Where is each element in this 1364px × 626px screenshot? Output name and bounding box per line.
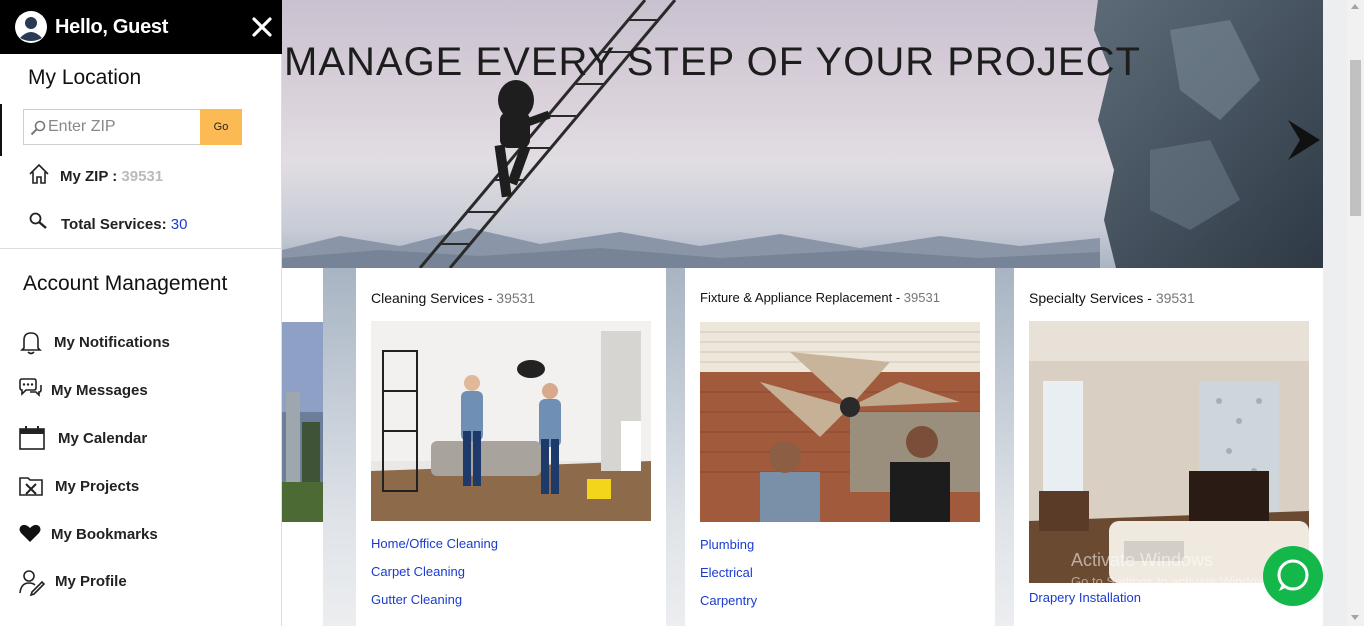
scroll-thumb[interactable] [1350,60,1361,216]
card-image [1029,321,1309,583]
total-services-row: Total Services: 30 [61,216,188,233]
scroll-up-arrow-icon[interactable] [1351,4,1359,9]
sidebar-item-label: My Calendar [58,430,148,447]
home-icon [29,163,49,184]
sidebar-item-calendar[interactable]: My Calendar [18,425,268,455]
sidebar-item-projects[interactable]: My Projects [18,473,268,503]
card-image [282,322,323,522]
search-icon [29,212,47,229]
scroll-down-arrow-icon[interactable] [1351,615,1359,620]
profile-edit-icon [19,570,46,596]
my-zip-row: My ZIP : 39531 [60,168,164,185]
zip-input-wrapper [23,109,200,145]
page: MANAGE EVERY STEP OF YOUR PROJECT Cleani… [0,0,1364,626]
link-carpentry[interactable]: Carpentry [700,592,757,620]
card-title: Cleaning Services - 39531 [371,290,536,306]
link-home-office-cleaning[interactable]: Home/Office Cleaning [371,535,498,563]
bell-icon [20,332,42,355]
search-icon [30,120,46,136]
card-title: Specialty Services - 39531 [1029,290,1195,306]
page-scrollbar[interactable] [1347,0,1364,626]
account-management-heading: Account Management [23,272,228,295]
sidebar-item-label: My Notifications [54,334,170,351]
projects-icon [19,477,43,496]
side-menu: Hello, Guest My Location Go My ZIP : 395… [0,0,282,626]
calendar-icon [19,426,45,450]
link-electrical[interactable]: Electrical [700,564,757,592]
sidebar-item-label: My Projects [55,478,140,495]
sidebar-item-label: My Bookmarks [51,526,158,543]
greeting: Hello, Guest [55,16,169,38]
focus-accent [0,104,2,156]
link-carpet-cleaning[interactable]: Carpet Cleaning [371,563,498,591]
link-drapery-installation[interactable]: Drapery Installation [1029,589,1141,617]
sidebar-item-label: My Profile [55,573,127,590]
go-button[interactable]: Go [200,109,242,145]
sidebar-item-profile[interactable]: My Profile [18,568,268,598]
my-location-heading: My Location [28,66,142,89]
card-image [371,321,651,521]
chat-button[interactable] [1263,546,1323,606]
zip-input[interactable] [48,110,198,144]
sidebar-item-notifications[interactable]: My Notifications [18,329,268,359]
activate-windows-subtitle: Go to Settings to activate Windows. [1071,574,1277,589]
sidebar-item-label: My Messages [51,382,148,399]
service-card-cleaning[interactable]: Cleaning Services - 39531 Home/Office Cl… [356,268,666,626]
sidebar-divider [0,248,282,249]
close-icon[interactable] [251,16,273,38]
card-links: Plumbing Electrical Carpentry [700,536,757,620]
service-card-fixture[interactable]: Fixture & Appliance Replacement - 39531 … [685,268,995,626]
sidebar-item-bookmarks[interactable]: My Bookmarks [18,521,268,551]
slider-next-arrow-icon[interactable] [1284,118,1322,162]
link-gutter-cleaning[interactable]: Gutter Cleaning [371,591,498,619]
card-links: Drapery Installation [1029,589,1141,617]
sidebar-item-messages[interactable]: My Messages [18,377,268,407]
card-title: Fixture & Appliance Replacement - 39531 [700,290,940,305]
heart-icon [19,524,41,542]
hero-title: MANAGE EVERY STEP OF YOUR PROJECT [284,40,1141,84]
zip-search-group: Go [23,109,242,145]
chat-bubbles-icon [19,378,42,397]
user-avatar-icon [15,11,47,43]
link-plumbing[interactable]: Plumbing [700,536,757,564]
card-image [700,322,980,522]
chat-bubble-icon [1277,559,1309,591]
service-card-partial[interactable] [282,268,323,626]
side-menu-header: Hello, Guest [0,0,282,54]
activate-windows-watermark: Activate Windows [1071,550,1214,570]
card-links: Home/Office Cleaning Carpet Cleaning Gut… [371,535,498,619]
